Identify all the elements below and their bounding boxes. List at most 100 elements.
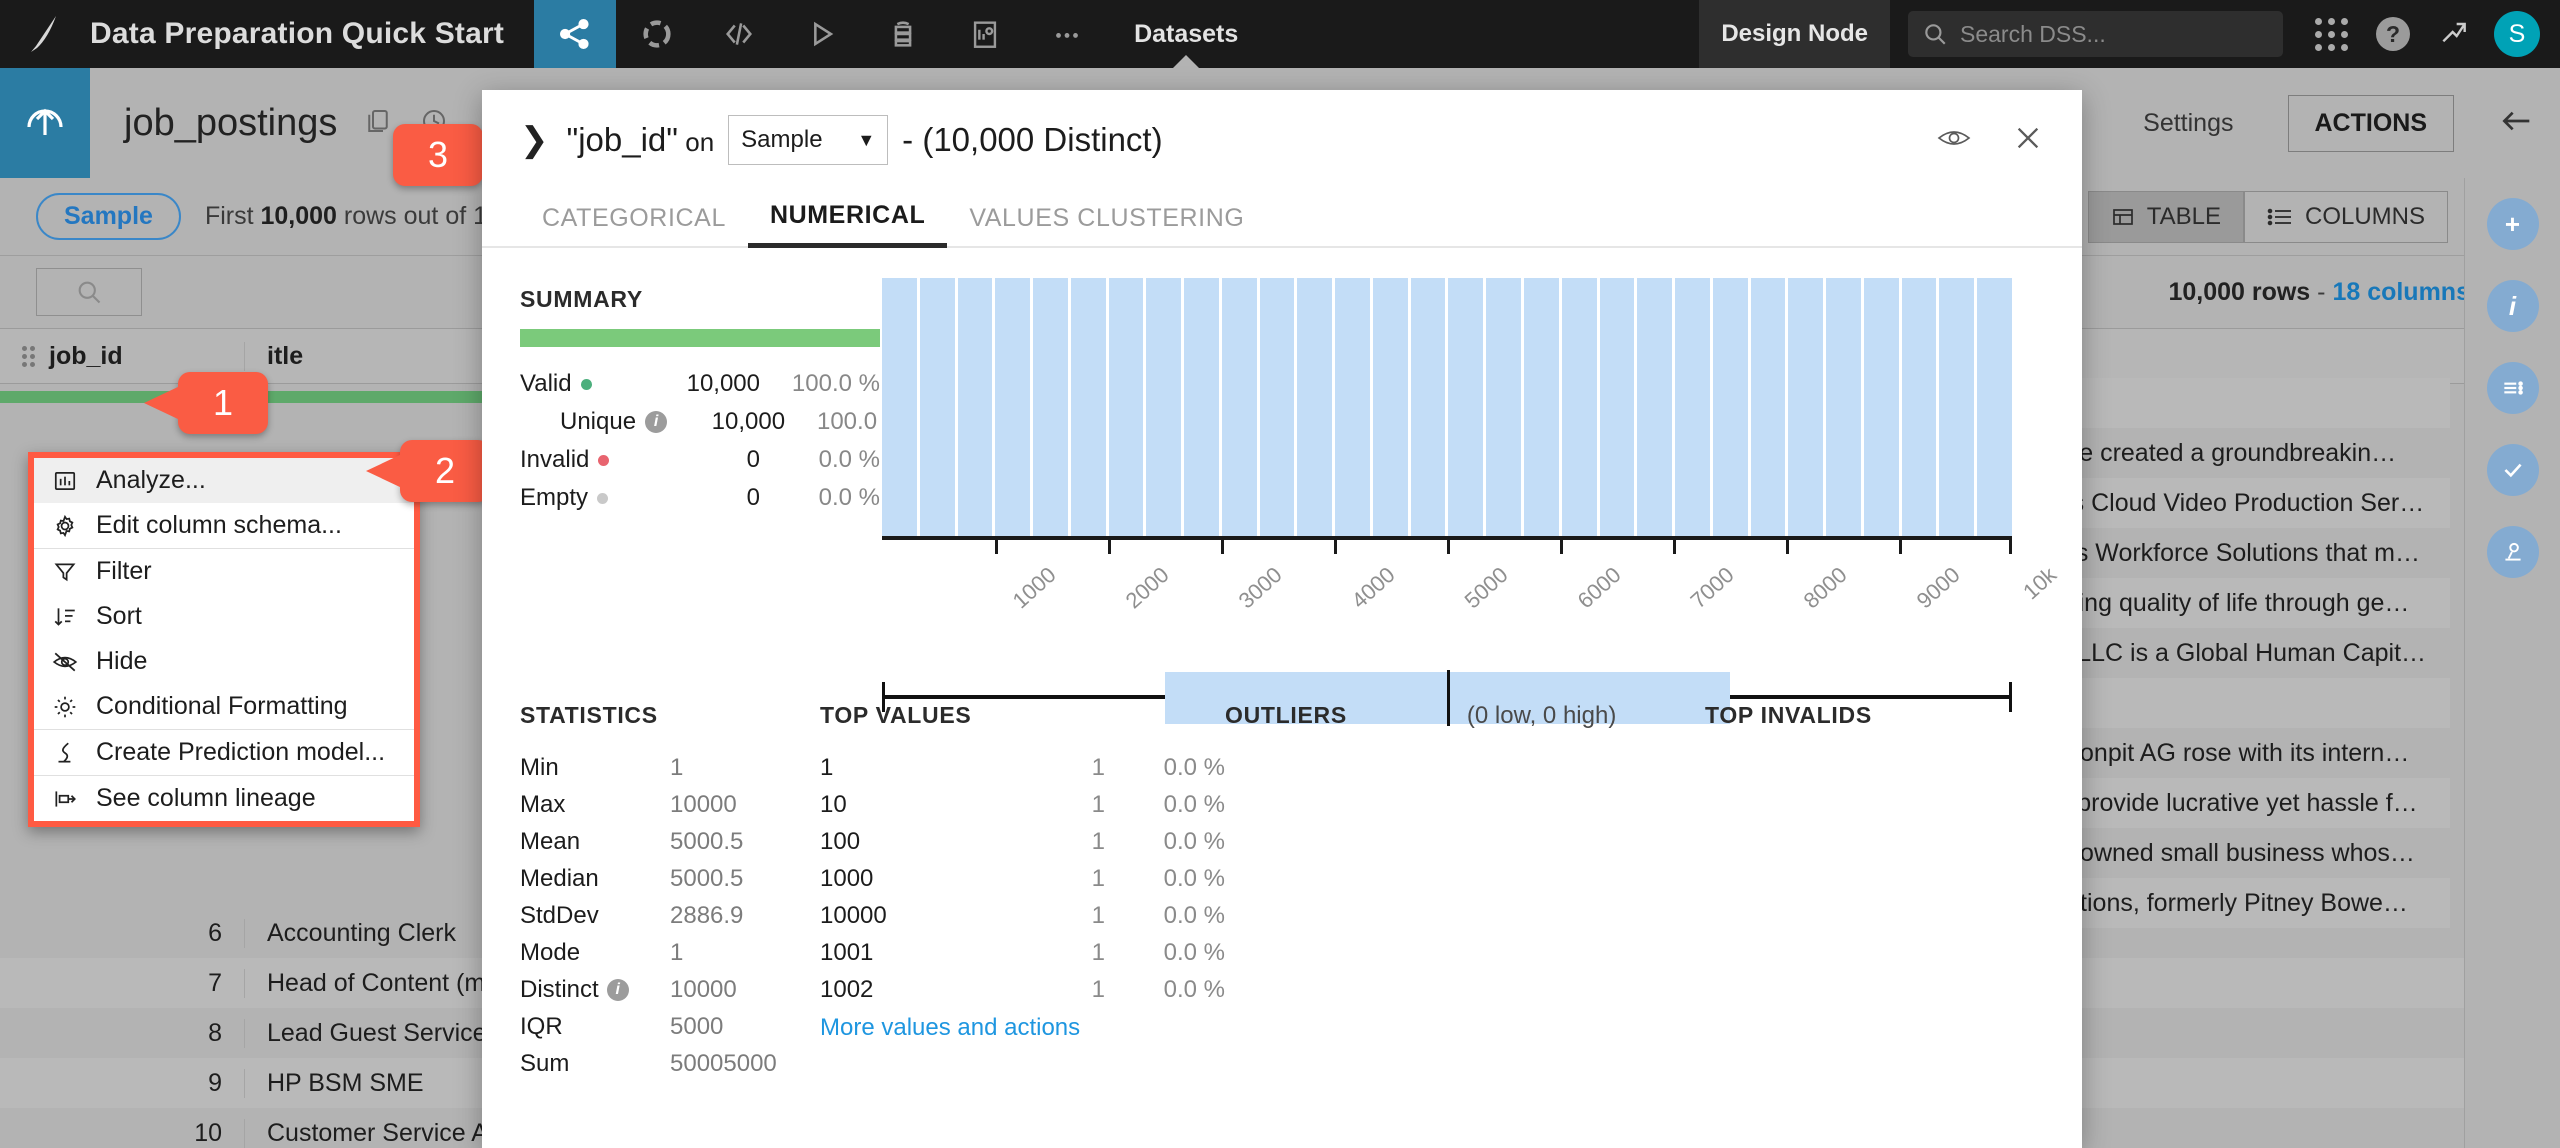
nav-code-icon[interactable]: [698, 0, 780, 68]
add-icon[interactable]: +: [2487, 198, 2539, 250]
stack-icon: [886, 17, 920, 51]
histogram-bar: [1411, 278, 1446, 536]
histogram-bar: [1373, 278, 1408, 536]
x-axis-tick: [1221, 540, 1224, 554]
trend-arrow-glyph: [2438, 16, 2470, 48]
statistic-row-max: Max10000: [520, 786, 820, 823]
search-input[interactable]: Search DSS...: [1908, 11, 2283, 57]
context-menu-item-hide[interactable]: Hide: [34, 639, 414, 684]
top-value-row[interactable]: 1010.0 %: [820, 786, 1225, 823]
context-menu-item-edit-column-schema[interactable]: Edit column schema...: [34, 503, 414, 548]
context-menu-item-conditional-formatting[interactable]: Conditional Formatting: [34, 684, 414, 729]
upload-dataset-icon[interactable]: [0, 68, 90, 178]
ellipsis-icon: [1050, 17, 1084, 51]
chevron-right-icon[interactable]: ❯: [520, 120, 549, 160]
view-columns-button[interactable]: COLUMNS: [2244, 191, 2448, 243]
context-menu-item-see-column-lineage[interactable]: See column lineage: [34, 776, 414, 821]
info-icon[interactable]: i: [607, 979, 629, 1001]
tab-numerical[interactable]: NUMERICAL: [748, 201, 947, 248]
play-icon: [804, 17, 838, 51]
nav-datasets-text: Datasets: [1134, 20, 1238, 49]
histogram-bar: [995, 278, 1030, 536]
more-values-link[interactable]: More values and actions: [820, 1008, 1225, 1042]
grid-header-job-id[interactable]: job_id: [0, 342, 245, 371]
summary-section: SUMMARY Valid10,000100.0 %Uniquei10,0001…: [520, 286, 880, 517]
info-icon[interactable]: i: [2487, 280, 2539, 332]
nav-dashboard-icon[interactable]: [944, 0, 1026, 68]
copy-icon[interactable]: [363, 106, 393, 141]
info-icon[interactable]: i: [645, 411, 667, 433]
top-value-row[interactable]: 1000010.0 %: [820, 897, 1225, 934]
top-value-label: 1001: [820, 939, 1045, 967]
histogram-bar: [920, 278, 955, 536]
details-icon[interactable]: [2487, 362, 2539, 414]
context-menu-item-label: Filter: [96, 557, 152, 586]
top-value-percent: 0.0 %: [1105, 939, 1225, 967]
context-menu-item-analyze[interactable]: Analyze...: [34, 458, 414, 503]
grid-description-list: ewe've created a groundbreakin…orlds Clo…: [2030, 328, 2450, 928]
validate-icon[interactable]: [2487, 444, 2539, 496]
statistic-key-text: Mean: [520, 828, 580, 856]
analyze-modal-tabs: CATEGORICAL NUMERICAL VALUES CLUSTERING: [482, 190, 2082, 248]
trend-up-icon[interactable]: [2438, 16, 2470, 53]
back-arrow-icon[interactable]: [2496, 101, 2536, 146]
search-icon: [75, 278, 103, 306]
dataiku-logo-icon[interactable]: [0, 0, 90, 68]
x-axis-tick-labels: 10002000300040005000600070008000900010k: [882, 556, 2012, 626]
x-axis-ticks: [882, 540, 2012, 556]
top-value-row[interactable]: 100210.0 %: [820, 971, 1225, 1008]
view-table-button[interactable]: TABLE: [2088, 191, 2244, 243]
statistic-key-text: StdDev: [520, 902, 599, 930]
tab-values-clustering[interactable]: VALUES CLUSTERING: [947, 204, 1266, 246]
drag-handle-icon[interactable]: [22, 346, 35, 367]
nav-caret-indicator: [1173, 55, 1199, 68]
statistic-key-text: IQR: [520, 1013, 563, 1041]
analyze-modal-body: SUMMARY Valid10,000100.0 %Uniquei10,0001…: [482, 248, 2082, 286]
x-axis-tick: [1786, 540, 1789, 554]
nav-flow-icon[interactable]: [534, 0, 616, 68]
statistic-key-text: Max: [520, 791, 565, 819]
summary-quality-bar: [520, 329, 880, 347]
tab-settings[interactable]: Settings: [2103, 109, 2273, 138]
actions-button[interactable]: ACTIONS: [2288, 95, 2455, 152]
statistic-key-text: Sum: [520, 1050, 569, 1078]
context-menu-item-create-prediction-model[interactable]: Create Prediction model...: [34, 730, 414, 775]
top-value-row[interactable]: 10010.0 %: [820, 823, 1225, 860]
top-value-label: 1002: [820, 976, 1045, 1004]
sample-scope-select[interactable]: Sample ▼: [728, 115, 888, 165]
context-menu-item-sort[interactable]: Sort: [34, 594, 414, 639]
avatar[interactable]: S: [2494, 11, 2540, 57]
tab-categorical[interactable]: CATEGORICAL: [520, 204, 748, 246]
nav-lab-icon[interactable]: [616, 0, 698, 68]
x-axis-tick-label: 4000: [1347, 562, 1401, 614]
column-search-input[interactable]: [36, 268, 142, 316]
close-icon[interactable]: [2012, 122, 2044, 159]
search-icon: [1922, 21, 1948, 47]
x-axis-tick-label: 10k: [2018, 562, 2062, 605]
nav-datasets-label[interactable]: Datasets: [1108, 0, 1264, 68]
statistic-key: Median: [520, 865, 670, 893]
top-value-row[interactable]: 100110.0 %: [820, 934, 1225, 971]
nav-automation-icon[interactable]: [780, 0, 862, 68]
top-value-count: 1: [1045, 791, 1105, 819]
help-icon[interactable]: ?: [2376, 17, 2410, 51]
cell-description: e: [2030, 328, 2450, 378]
lab-icon[interactable]: [2487, 526, 2539, 578]
top-value-row[interactable]: 110.0 %: [820, 749, 1225, 786]
apps-grid-icon[interactable]: [2315, 18, 2348, 51]
prediction-icon: [50, 740, 80, 766]
context-menu-item-filter[interactable]: Filter: [34, 549, 414, 594]
top-invalids-section: TOP INVALIDS: [1705, 702, 2025, 1082]
top-values-section: TOP VALUES 110.0 %1010.0 %10010.0 %10001…: [820, 702, 1225, 1082]
top-value-percent: 0.0 %: [1105, 902, 1225, 930]
design-node-label[interactable]: Design Node: [1699, 0, 1890, 68]
nav-jobs-icon[interactable]: [862, 0, 944, 68]
eye-icon[interactable]: [1936, 125, 1972, 156]
sample-badge[interactable]: Sample: [36, 193, 181, 240]
columns-count[interactable]: 18 columns: [2332, 278, 2470, 306]
nav-more-icon[interactable]: [1026, 0, 1108, 68]
statistic-key: Sum: [520, 1050, 670, 1078]
top-value-row[interactable]: 100010.0 %: [820, 860, 1225, 897]
cell-job-id: 8: [0, 1019, 245, 1048]
context-menu-item-label: Create Prediction model...: [96, 738, 385, 767]
